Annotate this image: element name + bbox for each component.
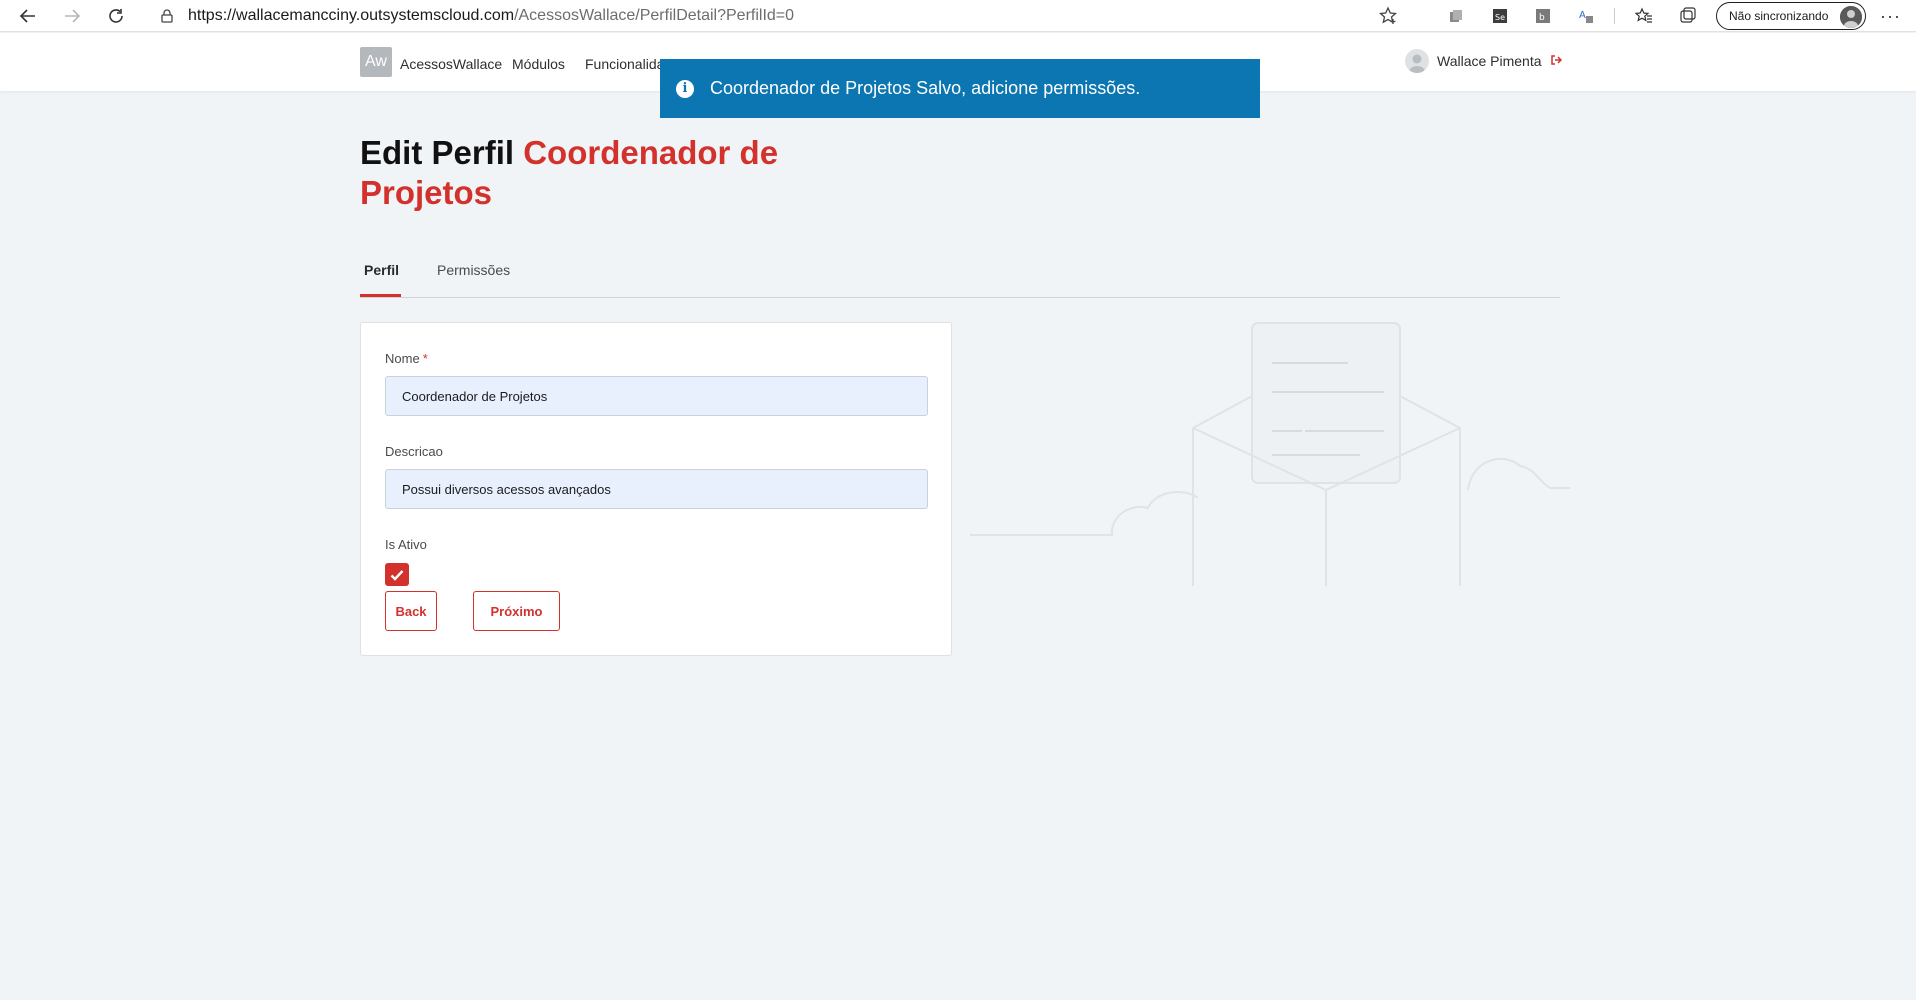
forward-arrow-icon[interactable] <box>52 1 92 31</box>
translate-icon[interactable]: A <box>1574 4 1598 28</box>
required-mark: * <box>422 351 428 366</box>
info-icon: i <box>676 79 694 98</box>
app-name-link[interactable]: AcessosWallace <box>400 56 502 72</box>
user-avatar <box>1405 49 1429 73</box>
lock-icon <box>156 9 178 23</box>
toast-message: Coordenador de Projetos Salvo, adicione … <box>710 78 1141 98</box>
tab-perfil[interactable]: Perfil <box>364 262 399 292</box>
back-arrow-icon[interactable] <box>8 1 48 31</box>
profile-avatar <box>1840 6 1862 28</box>
active-tab-indicator <box>360 294 401 297</box>
success-toast[interactable]: i Coordenador de Projetos Salvo, adicion… <box>660 59 1260 118</box>
is-ativo-checkbox[interactable] <box>385 563 409 586</box>
nome-label-text: Nome <box>385 351 420 366</box>
cloud-left <box>970 491 1199 536</box>
back-button[interactable]: Back <box>385 591 437 631</box>
svg-text:b: b <box>1539 13 1545 23</box>
cloud-right <box>1467 457 1570 491</box>
toolbar-divider <box>1614 8 1615 24</box>
menu-item-funcionalidades[interactable]: Funcionalidades <box>585 56 665 72</box>
user-menu[interactable]: Wallace Pimenta <box>1405 49 1562 73</box>
nome-input[interactable]: Coordenador de Projetos <box>385 376 928 416</box>
reload-icon[interactable] <box>96 1 136 31</box>
url-path: /AcessosWallace/PerfilDetail?PerfilId=0 <box>514 7 795 24</box>
collections-icon[interactable] <box>1676 4 1700 28</box>
check-icon <box>390 569 404 581</box>
perfil-form-card: Nome * Coordenador de Projetos Descricao … <box>360 322 952 656</box>
address-bar[interactable]: https://wallacemancciny.outsystemscloud.… <box>146 3 1416 29</box>
envelope-illustration <box>970 322 1570 586</box>
page-title-prefix: Edit Perfil <box>360 134 515 171</box>
nome-label: Nome * <box>385 351 428 366</box>
more-options-icon[interactable]: ··· <box>1880 6 1901 27</box>
logout-icon[interactable] <box>1550 53 1562 69</box>
page-title: Edit Perfil Coordenador de Projetos <box>360 133 800 213</box>
proximo-button[interactable]: Próximo <box>473 591 560 631</box>
tab-bar: Perfil Permissões <box>360 256 1560 298</box>
app-logo[interactable]: Aw <box>360 47 392 77</box>
descricao-input[interactable]: Possui diversos acessos avançados <box>385 469 928 509</box>
menu-item-modulos[interactable]: Módulos <box>512 56 565 72</box>
letter-paper <box>1251 322 1401 484</box>
descricao-label: Descricao <box>385 444 443 459</box>
is-ativo-label: Is Ativo <box>385 537 427 552</box>
sync-status-label: Não sincronizando <box>1729 9 1829 23</box>
svg-text:Se: Se <box>1495 13 1505 22</box>
profile-sync-button[interactable]: Não sincronizando <box>1716 2 1866 30</box>
svg-text:A: A <box>1579 10 1586 21</box>
browser-toolbar: https://wallacemancciny.outsystemscloud.… <box>0 0 1916 32</box>
favorite-add-icon[interactable] <box>1378 6 1398 31</box>
selenium-ext-icon[interactable]: Se <box>1488 4 1512 28</box>
collections-ext-icon[interactable] <box>1444 4 1468 28</box>
tab-permissoes[interactable]: Permissões <box>437 262 510 292</box>
user-name: Wallace Pimenta <box>1437 53 1542 69</box>
extension-b-icon[interactable]: b <box>1531 4 1555 28</box>
favorites-icon[interactable] <box>1632 4 1656 28</box>
url-host: https://wallacemancciny.outsystemscloud.… <box>188 7 515 24</box>
